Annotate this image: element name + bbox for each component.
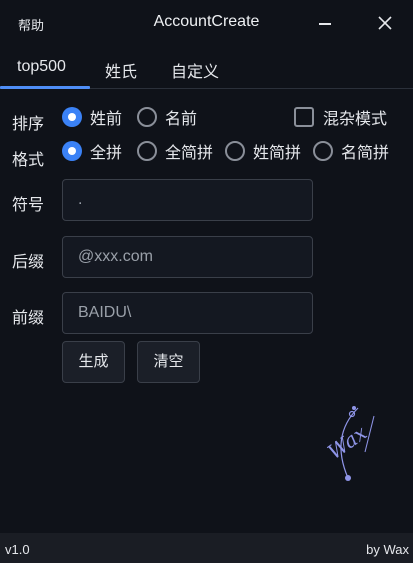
radio-surname-abbrev[interactable]: 姓简拼 [225,139,301,163]
radio-checked-icon [62,107,82,127]
active-tab-indicator [0,86,90,89]
suffix-input[interactable]: @xxx.com [62,236,313,278]
prefix-input[interactable]: BAIDU\ [62,292,313,334]
logo-text: Wax [323,420,371,464]
clear-button[interactable]: 清空 [137,341,200,383]
author-label: by Wax [366,542,409,557]
window-title: AccountCreate [153,13,260,30]
minimize-button[interactable] [314,14,336,32]
radio-unchecked-icon [137,141,157,161]
radio-label: 名前 [165,111,198,128]
radio-unchecked-icon [225,141,245,161]
order-label: 排序 [12,116,45,133]
format-label: 格式 [12,152,45,169]
tab-bar: top500 姓氏 自定义 [0,46,413,89]
radio-checked-icon [62,141,82,161]
tab-custom[interactable]: 自定义 [171,58,219,82]
status-bar: v1.0 by Wax [0,533,413,563]
radio-unchecked-icon [137,107,157,127]
mixed-mode-checkbox[interactable]: 混杂模式 [294,105,387,129]
radio-label: 名简拼 [341,145,390,162]
radio-label: 姓前 [90,111,123,128]
checkbox-label: 混杂模式 [323,111,388,128]
version-label: v1.0 [5,542,30,557]
tab-top500[interactable]: top500 [17,58,66,76]
prefix-label: 前缀 [12,310,45,327]
radio-label: 全简拼 [165,145,214,162]
wax-logo: Wax [323,406,375,481]
suffix-label: 后缀 [12,254,45,271]
title-bar: 帮助 AccountCreate [0,0,413,46]
radio-label: 姓简拼 [253,145,302,162]
generate-button[interactable]: 生成 [62,341,125,383]
radio-full-abbrev[interactable]: 全简拼 [137,139,213,163]
checkbox-unchecked-icon [294,107,314,127]
symbol-input[interactable]: . [62,179,313,221]
close-icon [378,16,392,30]
radio-full-pinyin[interactable]: 全拼 [62,139,122,163]
radio-unchecked-icon [313,141,333,161]
radio-name-abbrev[interactable]: 名简拼 [313,139,389,163]
minimize-icon [319,23,331,25]
radio-label: 全拼 [90,145,123,162]
close-button[interactable] [374,12,396,34]
symbol-label: 符号 [12,197,45,214]
radio-name-first[interactable]: 名前 [137,105,197,129]
tab-surname[interactable]: 姓氏 [105,58,137,82]
radio-surname-first[interactable]: 姓前 [62,105,122,129]
